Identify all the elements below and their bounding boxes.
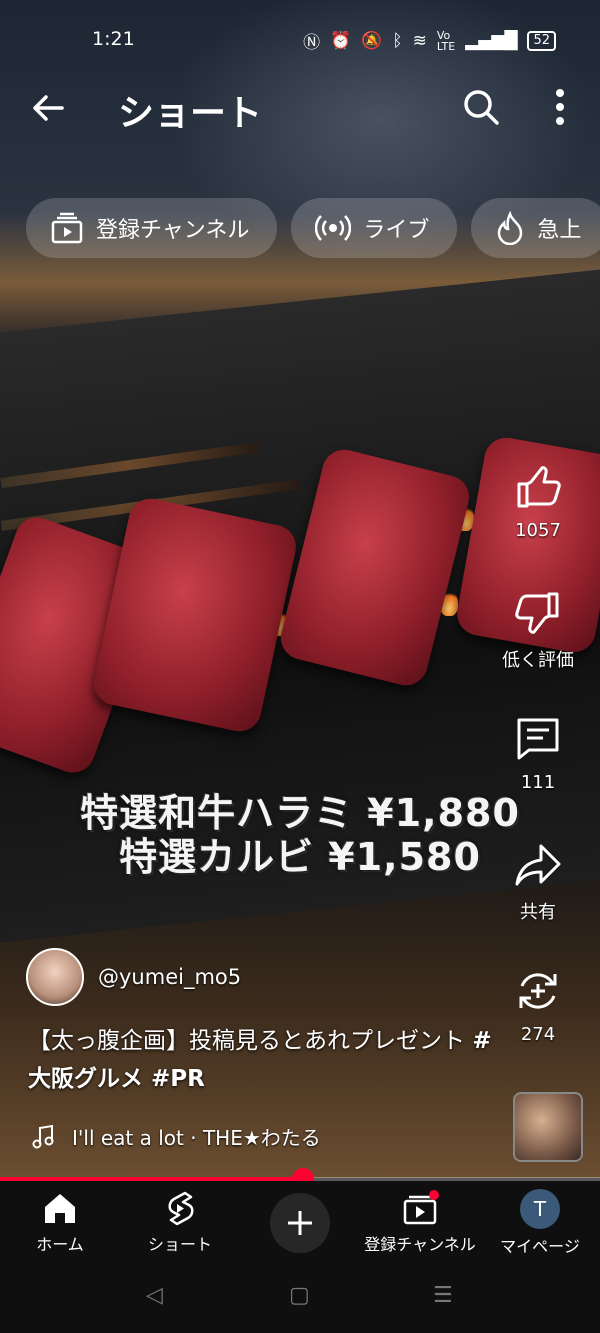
caption-text: 【太っ腹企画】投稿見るとあれプレゼント (28, 1028, 465, 1054)
music-row[interactable]: I'll eat a lot · THE★わたる (30, 1122, 321, 1151)
nav-home[interactable]: ホーム (0, 1189, 120, 1255)
volte-icon: Vo LTE (436, 28, 456, 53)
system-back-icon[interactable]: ◁ (146, 1283, 163, 1308)
channel-row[interactable]: @yumei_mo5 (26, 948, 241, 1006)
search-icon[interactable] (460, 86, 502, 128)
nav-label: ショート (147, 1235, 212, 1254)
share-icon (515, 844, 561, 886)
wifi-icon: ≋ (412, 30, 427, 51)
music-note-icon (32, 1124, 54, 1148)
bottom-nav: ホーム ショート 登録チャンネル T マイページ (0, 1181, 600, 1263)
alarm-icon: ⏰ (330, 30, 352, 51)
system-nav-bar: ◁ ▢ ☰ (0, 1263, 600, 1333)
sound-thumbnail[interactable] (513, 1092, 583, 1162)
thumb-down-icon (515, 592, 559, 634)
nfc-icon: Ⓝ (303, 33, 321, 53)
system-menu-icon[interactable]: ☰ (433, 1283, 453, 1308)
chip-live[interactable]: ライブ (291, 198, 458, 258)
more-vert-icon[interactable] (546, 86, 574, 128)
dislike-label: 低く評価 (502, 650, 574, 671)
nav-label: ホーム (36, 1235, 84, 1254)
mute-icon: 🔕 (361, 30, 383, 51)
create-button[interactable] (270, 1193, 330, 1253)
page-title: ショート (118, 93, 263, 134)
plus-icon (288, 1211, 312, 1235)
like-button[interactable]: 1057 (498, 462, 578, 541)
trending-icon (498, 211, 523, 245)
thumb-up-icon (517, 466, 561, 508)
system-home-icon[interactable]: ▢ (289, 1283, 310, 1308)
signal-icon: ▂▄▆█ (465, 30, 518, 51)
channel-avatar[interactable] (26, 948, 84, 1006)
comments-button[interactable]: 111 (498, 714, 578, 793)
nav-subscriptions[interactable]: 登録チャンネル (360, 1189, 480, 1255)
chip-label: ライブ (363, 218, 430, 243)
nav-mypage[interactable]: T マイページ (480, 1189, 600, 1257)
music-title: I'll eat a lot · THE★わたる (72, 1126, 321, 1150)
bluetooth-icon: ᛒ (392, 30, 403, 51)
subscriptions-icon (403, 1190, 439, 1225)
video-caption[interactable]: 【太っ腹企画】投稿見るとあれプレゼント #大阪グルメ #PR (28, 1022, 498, 1098)
chip-label: 急上 (537, 218, 582, 243)
remix-count: 274 (520, 1024, 556, 1045)
back-arrow-icon[interactable] (28, 88, 68, 128)
status-time: 1:21 (92, 28, 135, 50)
shorts-icon (168, 1191, 194, 1226)
share-label: 共有 (520, 902, 556, 923)
home-icon (45, 1194, 75, 1223)
like-count: 1057 (515, 520, 561, 541)
status-icons: Ⓝ ⏰ 🔕 ᛒ ≋ Vo LTE ▂▄▆█ 52 (303, 28, 556, 53)
live-icon (315, 215, 352, 241)
user-avatar: T (520, 1189, 560, 1229)
filter-chips: 登録チャンネル ライブ 急上 (26, 198, 600, 258)
nav-shorts[interactable]: ショート (120, 1189, 240, 1255)
dislike-button[interactable]: 低く評価 (498, 588, 578, 672)
nav-label: マイページ (500, 1237, 580, 1256)
remix-button[interactable]: 274 (498, 966, 578, 1045)
nav-label: 登録チャンネル (364, 1235, 476, 1254)
chip-subscriptions[interactable]: 登録チャンネル (26, 198, 278, 258)
comment-count: 111 (520, 772, 556, 793)
chip-label: 登録チャンネル (96, 218, 250, 243)
share-button[interactable]: 共有 (498, 840, 578, 924)
remix-icon (519, 973, 557, 1009)
status-bar: 1:21 Ⓝ ⏰ 🔕 ᛒ ≋ Vo LTE ▂▄▆█ 52 (0, 26, 600, 56)
comment-icon (517, 718, 559, 760)
chip-trending[interactable]: 急上 (471, 198, 600, 258)
top-bar: ショート (0, 78, 600, 138)
subscriptions-icon (51, 212, 83, 244)
battery-icon: 52 (527, 30, 556, 51)
channel-handle[interactable]: @yumei_mo5 (98, 965, 241, 989)
